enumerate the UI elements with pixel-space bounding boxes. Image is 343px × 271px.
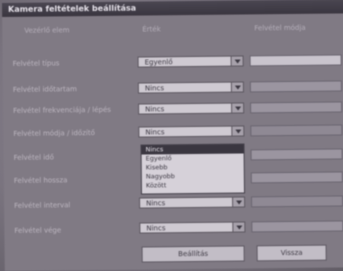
- camera-settings-dialog: Kamera feltételek beállítása Vezérlő ele…: [2, 0, 343, 271]
- mode-field[interactable]: [251, 195, 343, 208]
- dropdown-option[interactable]: Között: [142, 180, 244, 190]
- row-label: Felvétel időtartam: [12, 85, 77, 94]
- title-bar: Kamera feltételek beállítása: [2, 0, 343, 17]
- select-value: Nincs: [145, 128, 165, 137]
- mode-field[interactable]: [250, 148, 343, 161]
- dropdown-arrow-icon[interactable]: [230, 56, 243, 66]
- dropdown-arrow-icon[interactable]: [232, 197, 245, 207]
- mode-field[interactable]: [250, 124, 343, 137]
- row-label: Felvétel frekvenciája / lépés: [13, 105, 111, 115]
- select-value: Nincs: [144, 84, 165, 93]
- value-select[interactable]: Nincs: [137, 81, 244, 94]
- row-label: Felvétel interval: [14, 201, 71, 210]
- mode-field[interactable]: [249, 80, 342, 93]
- value-select[interactable]: Nincs: [139, 196, 246, 209]
- dropdown-arrow-icon[interactable]: [231, 103, 244, 113]
- photo-background: Kamera feltételek beállítása Vezérlő ele…: [0, 0, 343, 271]
- mode-field[interactable]: [251, 220, 343, 233]
- dropdown-arrow-icon[interactable]: [231, 126, 244, 136]
- row-label: Felvétel típus: [12, 59, 60, 68]
- mode-field[interactable]: [250, 101, 343, 114]
- value-select[interactable]: Nincs: [138, 102, 245, 115]
- column-header-control: Vezérlő elem: [24, 26, 70, 35]
- dropdown-list[interactable]: Nincs Egyenlő Kisebb Nagyobb Között: [140, 143, 246, 195]
- value-select[interactable]: Egyenlő: [137, 55, 244, 68]
- row-label: Felvétel hossza: [13, 176, 68, 185]
- column-header-mode: Felvétel módja: [254, 23, 306, 33]
- cancel-button[interactable]: Vissza: [256, 244, 327, 262]
- select-value: Nincs: [145, 105, 165, 114]
- select-value: Nincs: [146, 199, 166, 208]
- row-label: Felvétel módja / időzítő: [13, 129, 95, 138]
- mode-field[interactable]: [249, 54, 342, 67]
- column-header-value: Érték: [142, 25, 161, 34]
- window-title: Kamera feltételek beállítása: [8, 3, 137, 14]
- ok-button[interactable]: Beállítás: [141, 245, 245, 263]
- mode-field[interactable]: [250, 171, 343, 184]
- select-value: Egyenlő: [144, 58, 173, 67]
- dropdown-arrow-icon[interactable]: [232, 222, 245, 232]
- row-label: Felvétel vége: [14, 226, 62, 235]
- value-select[interactable]: Nincs: [139, 221, 246, 234]
- dropdown-arrow-icon[interactable]: [230, 82, 243, 92]
- select-value: Nincs: [146, 224, 166, 233]
- row-label: Felvétel idő: [13, 153, 54, 162]
- value-select[interactable]: Nincs: [138, 125, 245, 138]
